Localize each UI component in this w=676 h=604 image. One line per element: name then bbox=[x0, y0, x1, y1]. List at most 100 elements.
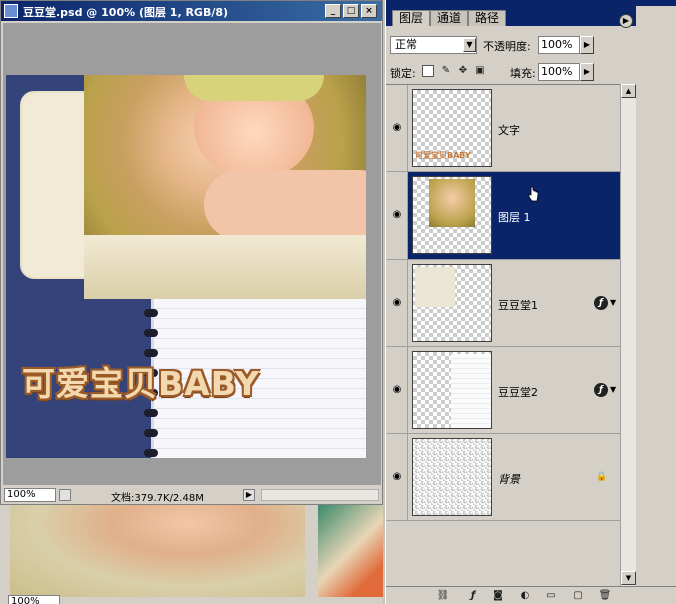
hand-cursor-icon bbox=[528, 186, 539, 202]
lock-brush-icon[interactable]: ✎ bbox=[440, 65, 452, 77]
maximize-button[interactable]: □ bbox=[343, 4, 359, 18]
background-doc-status: 100% bbox=[8, 595, 308, 604]
horizontal-scrollbar[interactable] bbox=[261, 489, 379, 501]
opacity-slider-arrow-icon[interactable]: ▶ bbox=[580, 36, 594, 54]
tab-paths[interactable]: 路径 bbox=[468, 10, 507, 26]
link-icon[interactable]: ⛓ bbox=[436, 590, 450, 602]
palette-tabs: 图层 通道 路径 ▶ bbox=[386, 6, 636, 28]
layer-effects-icon[interactable]: ƒ bbox=[594, 383, 608, 397]
folder-icon[interactable]: ▭ bbox=[544, 590, 558, 602]
thumb-photo bbox=[429, 179, 475, 227]
lock-move-icon[interactable]: ✥ bbox=[457, 65, 469, 77]
mask-icon[interactable]: ◙ bbox=[491, 590, 505, 602]
chevron-down-icon[interactable]: ▼ bbox=[463, 38, 476, 52]
document-title: 豆豆堂.psd @ 100% (图层 1, RGB/8) bbox=[23, 6, 229, 19]
background-doc-photo bbox=[10, 505, 305, 597]
spiral-ring bbox=[144, 429, 158, 437]
background-doc-photo-right bbox=[318, 505, 383, 597]
background-document-window[interactable]: 100% bbox=[0, 505, 383, 604]
fill-label: 填充: bbox=[510, 67, 536, 80]
fill-slider-arrow-icon[interactable]: ▶ bbox=[580, 63, 594, 81]
table-surface bbox=[84, 235, 366, 299]
palette-right-fill bbox=[636, 26, 676, 586]
lock-icon: 🔒 bbox=[596, 472, 608, 482]
minimize-button[interactable]: _ bbox=[325, 4, 341, 18]
layer-style-icon[interactable]: ƒ bbox=[466, 590, 480, 602]
thumb-text: 可爱宝贝BABY bbox=[415, 151, 471, 160]
status-menu-icon[interactable] bbox=[59, 489, 71, 501]
spiral-ring bbox=[144, 329, 158, 337]
layer-row-text[interactable]: ◉ 可爱宝贝BABY 文字 bbox=[386, 85, 620, 172]
baby-hat bbox=[184, 75, 324, 101]
palette-header-fill bbox=[636, 6, 676, 26]
canvas-title-text: 可爱宝贝BABY bbox=[22, 364, 260, 403]
layer-thumbnail: 可爱宝贝BABY bbox=[412, 89, 492, 167]
layers-palette: 图层 通道 路径 ▶ 正常 ▼ 不透明度: 100% ▶ 锁定: ✎ ✥ ▣ 填… bbox=[385, 0, 676, 604]
palette-bottom-toolbar: ⛓ ƒ ◙ ◐ ▭ ▢ 🗑 bbox=[386, 586, 676, 604]
new-layer-icon[interactable]: ▢ bbox=[571, 590, 585, 602]
visibility-toggle[interactable]: ◉ bbox=[386, 260, 408, 346]
spiral-ring bbox=[144, 449, 158, 457]
layer-name[interactable]: 豆豆堂2 bbox=[498, 384, 538, 400]
document-info: 文档:379.7K/2.48M bbox=[111, 493, 204, 504]
visibility-toggle[interactable]: ◉ bbox=[386, 347, 408, 433]
lock-label: 锁定: bbox=[390, 67, 416, 80]
eye-icon[interactable]: ◉ bbox=[390, 385, 404, 395]
layer-name[interactable]: 豆豆堂1 bbox=[498, 297, 538, 313]
lock-all-icon[interactable]: ▣ bbox=[474, 65, 486, 77]
opacity-label: 不透明度: bbox=[483, 40, 531, 53]
layer-name[interactable]: 背景 bbox=[498, 471, 520, 487]
image-canvas[interactable]: 可爱宝贝BABY bbox=[6, 75, 366, 458]
scroll-down-icon[interactable]: ▼ bbox=[621, 571, 636, 585]
palette-menu-icon[interactable]: ▶ bbox=[619, 14, 633, 28]
close-button[interactable]: × bbox=[361, 4, 377, 18]
layer-thumbnail bbox=[412, 438, 492, 516]
lock-transparent-icon[interactable] bbox=[422, 65, 434, 77]
zoom-field[interactable]: 100% bbox=[4, 488, 56, 502]
eye-icon[interactable]: ◉ bbox=[390, 210, 404, 220]
trash-icon[interactable]: 🗑 bbox=[598, 590, 612, 602]
photoshop-doc-icon bbox=[4, 4, 18, 18]
blend-mode-value: 正常 bbox=[395, 38, 417, 51]
blend-mode-select[interactable]: 正常 ▼ bbox=[390, 36, 477, 54]
layers-list: ◉ 可爱宝贝BABY 文字 ◉ 图层 1 ◉ 豆豆堂1 ƒ ▼ ◉ 豆豆堂2 ƒ… bbox=[386, 84, 620, 586]
layer-row-background[interactable]: ◉ 背景 🔒 bbox=[386, 434, 620, 521]
layer-thumbnail bbox=[412, 176, 492, 254]
layers-vertical-scrollbar[interactable]: ▲ ▼ bbox=[620, 84, 636, 586]
zoom-field-2[interactable]: 100% bbox=[8, 595, 60, 604]
eye-icon[interactable]: ◉ bbox=[390, 472, 404, 482]
opacity-input[interactable]: 100% bbox=[538, 36, 580, 54]
spiral-ring bbox=[144, 309, 158, 317]
fill-input[interactable]: 100% bbox=[538, 63, 580, 81]
spiral-ring bbox=[144, 409, 158, 417]
document-status-bar: 100% 文档:379.7K/2.48M ▶ bbox=[3, 487, 381, 504]
document-titlebar[interactable]: 豆豆堂.psd @ 100% (图层 1, RGB/8) _ □ × bbox=[1, 1, 382, 21]
visibility-toggle[interactable]: ◉ bbox=[386, 434, 408, 520]
layer-name[interactable]: 图层 1 bbox=[498, 209, 531, 225]
visibility-toggle[interactable]: ◉ bbox=[386, 172, 408, 259]
eye-icon[interactable]: ◉ bbox=[390, 298, 404, 308]
expand-effects-icon[interactable]: ▼ bbox=[610, 385, 616, 394]
info-arrow-icon[interactable]: ▶ bbox=[243, 489, 255, 501]
layer-thumbnail bbox=[412, 264, 492, 342]
layer-thumbnail bbox=[412, 351, 492, 429]
layer-row-layer1[interactable]: ◉ 图层 1 bbox=[386, 172, 620, 260]
layer-row-doudoutang1[interactable]: ◉ 豆豆堂1 ƒ ▼ bbox=[386, 260, 620, 347]
document-window: 豆豆堂.psd @ 100% (图层 1, RGB/8) _ □ × 可爱宝贝B… bbox=[0, 0, 383, 505]
layer-effects-icon[interactable]: ƒ bbox=[594, 296, 608, 310]
tab-channels[interactable]: 通道 bbox=[430, 10, 469, 26]
baby-hands bbox=[204, 170, 366, 240]
tab-layers[interactable]: 图层 bbox=[392, 10, 431, 26]
baby-photo bbox=[84, 75, 366, 299]
thumb-cream bbox=[415, 267, 455, 307]
spiral-ring bbox=[144, 349, 158, 357]
layer-row-doudoutang2[interactable]: ◉ 豆豆堂2 ƒ ▼ bbox=[386, 347, 620, 434]
eye-icon[interactable]: ◉ bbox=[390, 123, 404, 133]
scroll-up-icon[interactable]: ▲ bbox=[621, 84, 636, 98]
visibility-toggle[interactable]: ◉ bbox=[386, 85, 408, 171]
layer-name[interactable]: 文字 bbox=[498, 122, 520, 138]
adjustment-icon[interactable]: ◐ bbox=[518, 590, 532, 602]
canvas-area[interactable]: 可爱宝贝BABY bbox=[3, 23, 381, 485]
thumb-notebook bbox=[451, 354, 491, 428]
expand-effects-icon[interactable]: ▼ bbox=[610, 298, 616, 307]
